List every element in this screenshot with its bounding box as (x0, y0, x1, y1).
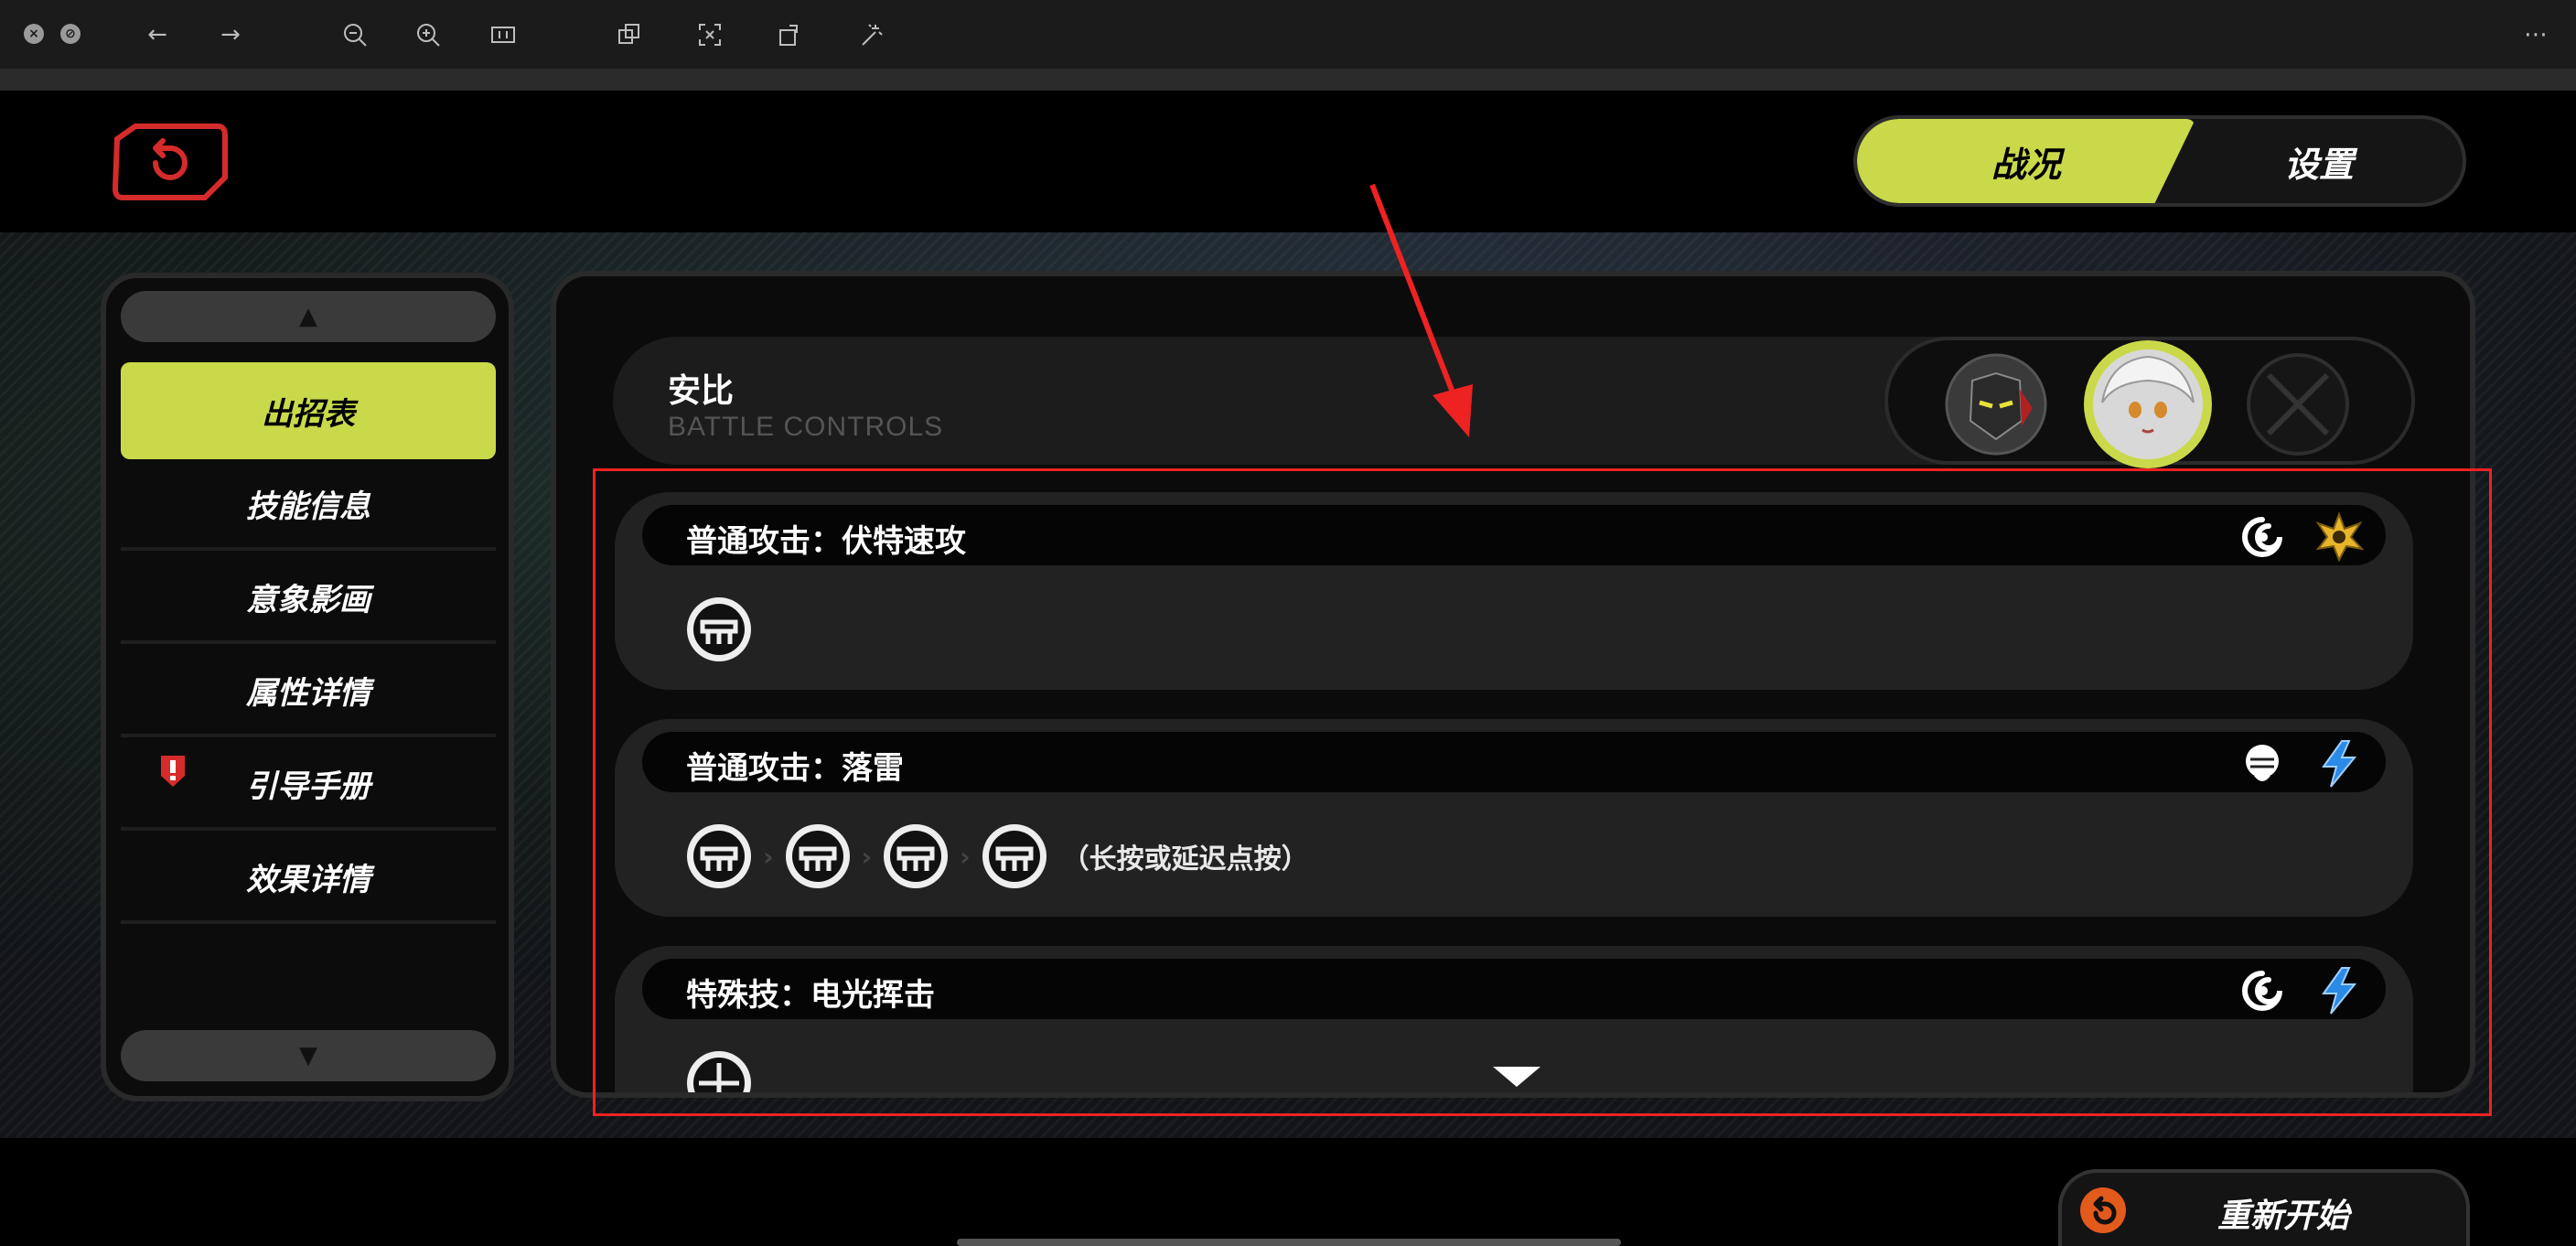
more-icon[interactable]: ⋯ (2521, 20, 2550, 49)
empty-slot-icon[interactable] (2247, 353, 2349, 456)
character-subtitle: BATTLE CONTROLS (668, 412, 944, 442)
magic-wand-icon[interactable] (856, 20, 886, 49)
character-header: 安比 BATTLE CONTROLS (613, 337, 2415, 468)
viewer-strip (0, 69, 2576, 91)
scroll-indicator (957, 1239, 1621, 1246)
scroll-down-button[interactable]: ▼ (121, 1030, 496, 1081)
sidebar-item-label: 引导手册 (246, 768, 370, 805)
close-circle-icon[interactable]: ⊘ (60, 24, 80, 44)
triangle-up-icon: ▲ (299, 303, 317, 330)
character-portrait-2-selected[interactable] (2082, 338, 2214, 470)
sidebar-item-mindscape[interactable]: 意象影画 (121, 553, 496, 644)
tab-settings[interactable]: 设置 (2168, 119, 2463, 203)
copy-icon[interactable] (615, 20, 644, 49)
zoom-out-icon[interactable] (340, 20, 370, 49)
sidebar-item-move-list[interactable]: 出招表 (121, 362, 496, 459)
sidebar-item-effects[interactable]: 效果详情 (121, 832, 496, 924)
character-name: 安比 (668, 372, 735, 410)
tab-battle-status[interactable]: 战况 (1857, 119, 2195, 203)
back-arrow-icon[interactable]: ← (143, 20, 172, 49)
restart-label: 重新开始 (2217, 1198, 2350, 1235)
top-tabs: 战况 设置 (1853, 115, 2466, 207)
warning-icon (161, 756, 185, 787)
zoom-in-icon[interactable] (413, 20, 443, 49)
sidebar-item-attributes[interactable]: 属性详情 (121, 646, 496, 737)
scroll-up-button[interactable]: ▲ (121, 291, 496, 342)
annotation-arrow-icon (1369, 183, 1473, 437)
sidebar-item-guide[interactable]: 引导手册 (121, 739, 496, 831)
triangle-down-icon: ▼ (299, 1042, 317, 1069)
fit-icon[interactable] (695, 20, 724, 49)
restart-icon (2080, 1187, 2126, 1233)
viewer-toolbar: × ⊘ ← → ⋯ (0, 0, 2576, 91)
actual-size-icon[interactable] (488, 20, 518, 49)
character-switcher (1884, 337, 2415, 468)
close-circle-icon[interactable]: × (24, 24, 44, 44)
annotation-highlight-box (593, 468, 2492, 1116)
back-button[interactable] (110, 123, 229, 201)
sidebar: ▲ 出招表 技能信息 意象影画 属性详情 引导手册 效果详情 ▼ (101, 273, 514, 1101)
character-portrait-1[interactable] (1945, 353, 2047, 456)
restart-button[interactable]: 重新开始 (2058, 1169, 2470, 1246)
sidebar-item-skill-info[interactable]: 技能信息 (121, 459, 496, 551)
rotate-icon[interactable] (776, 20, 805, 49)
forward-arrow-icon[interactable]: → (216, 20, 245, 49)
